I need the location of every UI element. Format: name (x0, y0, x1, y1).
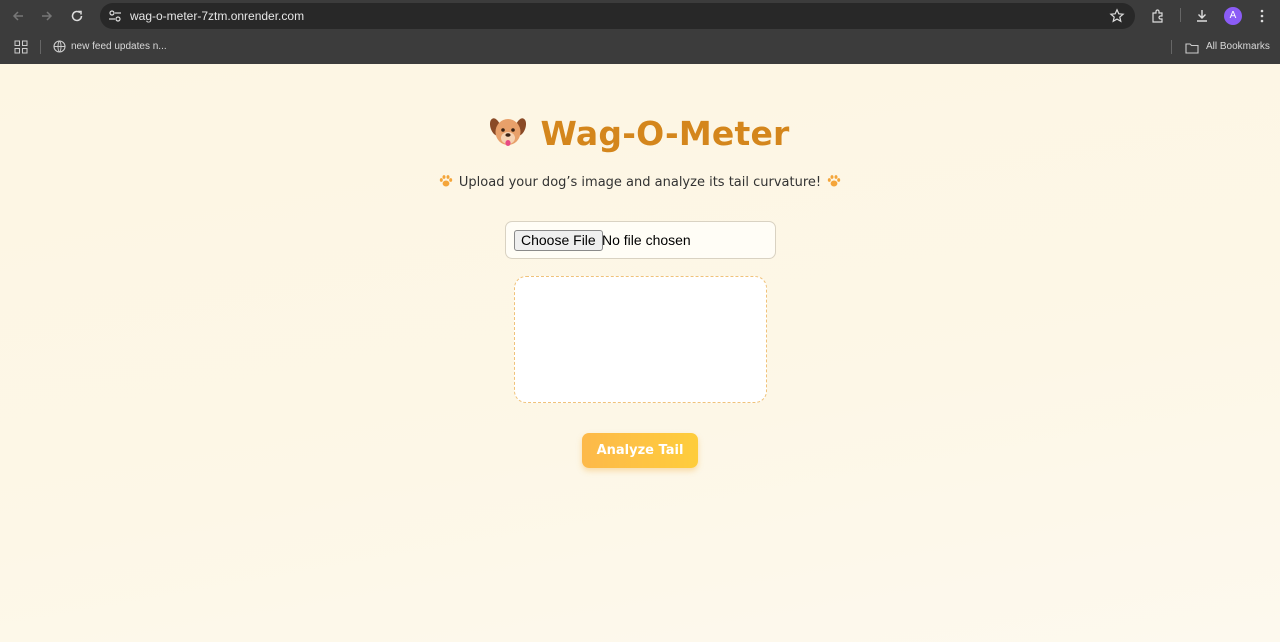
paw-right-icon (827, 175, 841, 187)
extensions-icon[interactable] (1148, 6, 1168, 26)
page-title: Wag-O-Meter (540, 114, 790, 153)
bookmark-item[interactable]: new feed updates n... (71, 41, 167, 52)
apps-grid-icon[interactable] (14, 40, 28, 59)
browser-toolbar: wag-o-meter-7ztm.onrender.com A (0, 0, 1280, 32)
file-input[interactable]: Choose File No file chosen (505, 221, 776, 259)
reload-icon[interactable] (67, 6, 87, 26)
address-bar[interactable]: wag-o-meter-7ztm.onrender.com (100, 3, 1135, 29)
profile-avatar[interactable]: A (1224, 7, 1242, 25)
subtitle: Upload your dog’s image and analyze its … (0, 174, 1280, 190)
forward-icon[interactable] (37, 6, 57, 26)
globe-icon (53, 40, 66, 58)
toolbar-divider (1180, 8, 1181, 22)
folder-icon (1185, 41, 1199, 59)
paw-left-icon (439, 175, 453, 187)
analyze-tail-button[interactable]: Analyze Tail (582, 433, 698, 468)
page-content: Wag-O-Meter Upload your dog’s image and … (0, 64, 1280, 642)
page-header: Wag-O-Meter (0, 114, 1280, 153)
back-icon[interactable] (8, 6, 28, 26)
bookmark-star-icon[interactable] (1109, 8, 1125, 24)
file-status: No file chosen (602, 232, 691, 248)
site-info-icon[interactable] (108, 9, 122, 23)
choose-file-button[interactable]: Choose File (514, 230, 603, 251)
image-preview-area (514, 276, 767, 403)
download-icon[interactable] (1192, 6, 1212, 26)
menu-kebab-icon[interactable] (1252, 6, 1272, 26)
bookmarks-bar: new feed updates n... All Bookmarks (0, 32, 1280, 64)
all-bookmarks[interactable]: All Bookmarks (1206, 41, 1270, 52)
bookmarks-divider-right (1171, 40, 1172, 54)
dog-face-icon (490, 118, 527, 146)
url-text[interactable]: wag-o-meter-7ztm.onrender.com (130, 9, 304, 23)
bookmarks-divider (40, 40, 41, 54)
subtitle-text: Upload your dog’s image and analyze its … (458, 175, 822, 190)
